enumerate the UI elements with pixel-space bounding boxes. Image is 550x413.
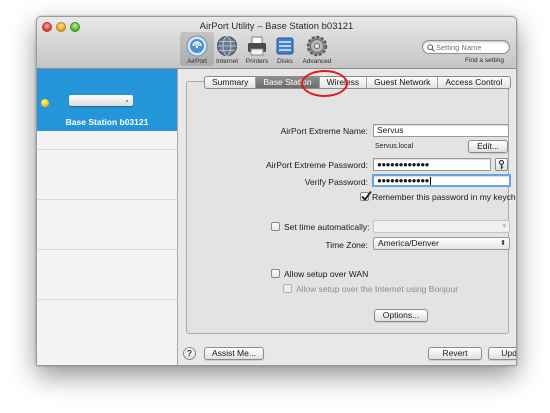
- toolbar-advanced-label: Advanced: [302, 58, 332, 65]
- allow-wan-label: Allow setup over WAN: [284, 269, 369, 279]
- allow-bonjour-checkbox: [283, 284, 292, 293]
- toolbar-disks-label: Disks: [277, 58, 293, 65]
- remember-password-checkbox[interactable]: [360, 190, 372, 201]
- text-caret: [429, 176, 431, 185]
- gear-icon: [306, 35, 328, 57]
- base-station-icon: [69, 95, 133, 106]
- popup-arrow-icon: ▾: [502, 223, 506, 230]
- options-button[interactable]: Options...: [374, 309, 428, 322]
- name-field[interactable]: Servus: [373, 124, 509, 137]
- base-station-sidebar: Base Station b03121: [37, 69, 178, 365]
- sidebar-item-base-station[interactable]: Base Station b03121: [37, 69, 177, 131]
- set-time-label: Set time automatically:: [284, 222, 370, 232]
- key-icon: [498, 159, 505, 169]
- settings-content: Summary Base Station Wireless Guest Netw…: [178, 69, 517, 365]
- local-name-text: Servus.local: [375, 143, 414, 150]
- help-button[interactable]: ?: [183, 347, 196, 360]
- toolbar-internet[interactable]: Internet: [211, 35, 243, 65]
- tab-panel: [186, 81, 509, 334]
- status-light-icon: [41, 99, 49, 107]
- tab-summary[interactable]: Summary: [205, 77, 257, 88]
- toolbar-advanced[interactable]: Advanced: [301, 35, 333, 65]
- setting-search-input[interactable]: [436, 42, 506, 53]
- base-station-name: Base Station b03121: [65, 117, 149, 127]
- assist-me-button[interactable]: Assist Me...: [204, 347, 264, 360]
- allow-wan-checkbox[interactable]: [271, 269, 280, 278]
- time-zone-label: Time Zone:: [325, 240, 368, 250]
- search-caption: Find a setting: [464, 57, 504, 64]
- printer-icon: [248, 36, 266, 56]
- update-button[interactable]: Update: [488, 347, 516, 360]
- airport-icon: [186, 35, 208, 57]
- verify-password-field[interactable]: ●●●●●●●●●●●●: [372, 174, 511, 187]
- toolbar-airport-label: AirPort: [187, 58, 207, 65]
- toolbar-internet-label: Internet: [215, 58, 239, 65]
- time-zone-popup[interactable]: America/Denver ⬍: [373, 237, 510, 250]
- tab-access-control[interactable]: Access Control: [438, 77, 509, 88]
- verify-password-label: Verify Password:: [304, 177, 368, 187]
- globe-icon: [217, 36, 237, 56]
- toolbar-disks[interactable]: Disks: [269, 35, 301, 65]
- name-label: AirPort Extreme Name:: [280, 126, 368, 136]
- set-time-checkbox[interactable]: [271, 222, 280, 231]
- verify-password-value: ●●●●●●●●●●●●: [377, 176, 429, 185]
- popup-arrows-icon: ⬍: [500, 240, 506, 247]
- allow-bonjour-label: Allow setup over the Internet using Bonj…: [296, 284, 459, 294]
- sidebar-row-divider: [37, 149, 177, 150]
- tab-guest-network[interactable]: Guest Network: [367, 77, 439, 88]
- sidebar-row-divider: [37, 299, 177, 300]
- window-title: AirPort Utility – Base Station b03121: [199, 21, 354, 32]
- tab-bar: Summary Base Station Wireless Guest Netw…: [204, 76, 511, 89]
- password-label: AirPort Extreme Password:: [265, 160, 368, 170]
- edit-button[interactable]: Edit...: [468, 140, 508, 153]
- disk-icon: [276, 37, 294, 55]
- wireless-tab-highlight-circle: [301, 70, 348, 97]
- keychain-button[interactable]: [495, 158, 508, 171]
- airport-utility-window: AirPort Utility – Base Station b03121 Ai…: [36, 16, 517, 366]
- remember-password-label: Remember this password in my keychain: [372, 192, 517, 202]
- time-server-popup: ▾: [373, 220, 510, 233]
- sidebar-row-divider: [37, 249, 177, 250]
- setting-search-field[interactable]: [422, 40, 510, 54]
- revert-button[interactable]: Revert: [428, 347, 482, 360]
- title-toolbar: AirPort Utility – Base Station b03121 Ai…: [37, 17, 516, 69]
- sidebar-row-divider: [37, 199, 177, 200]
- search-icon: [427, 44, 435, 52]
- time-zone-value: America/Denver: [378, 238, 439, 248]
- checkmark-icon: [361, 190, 372, 201]
- toolbar-airport[interactable]: AirPort: [180, 32, 214, 66]
- password-field[interactable]: ●●●●●●●●●●●●: [373, 158, 491, 171]
